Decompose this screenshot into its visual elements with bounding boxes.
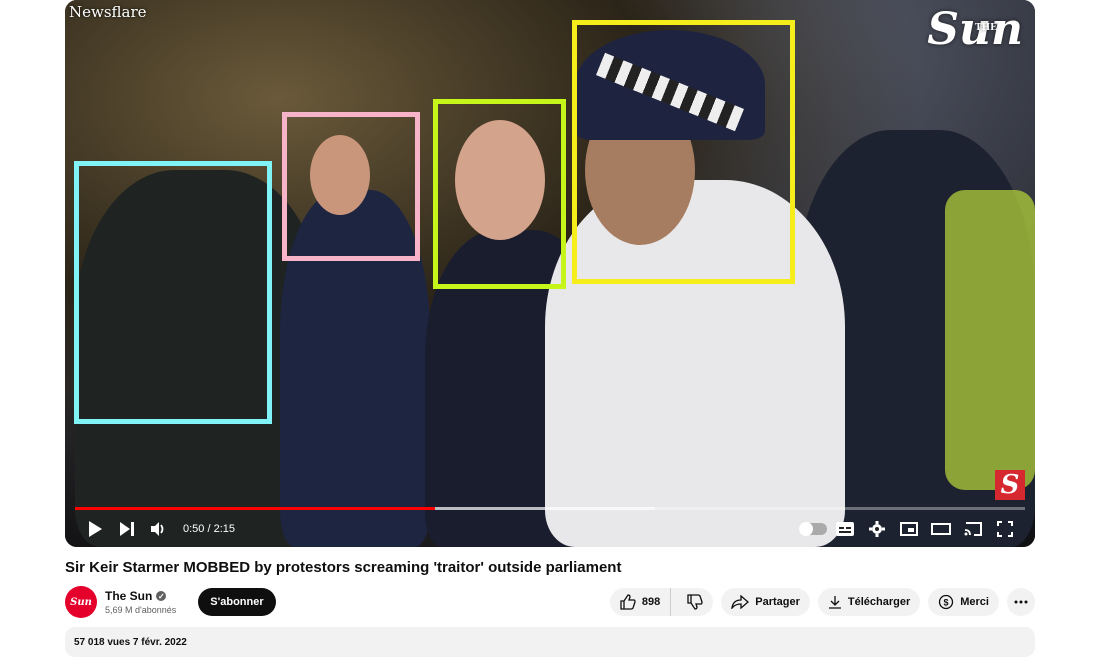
subtitles-button[interactable]	[829, 514, 861, 544]
play-button[interactable]	[79, 514, 111, 544]
thanks-button[interactable]: $ Merci	[928, 588, 999, 616]
next-icon	[120, 522, 134, 536]
video-title: Sir Keir Starmer MOBBED by protestors sc…	[65, 559, 622, 576]
fullscreen-icon	[997, 521, 1013, 537]
sun-badge-icon: S	[995, 470, 1025, 500]
volume-button[interactable]	[143, 514, 175, 544]
autoplay-toggle-icon	[799, 522, 827, 536]
like-dislike-group: 898	[609, 588, 714, 616]
the-sun-logo: THE Sun	[927, 8, 1023, 52]
subscribe-button[interactable]: S'abonner	[198, 588, 276, 616]
thumbs-down-icon	[687, 594, 703, 610]
verified-check-icon: ✓	[156, 591, 167, 601]
share-label: Partager	[755, 596, 800, 608]
share-icon	[731, 595, 750, 609]
settings-icon	[869, 521, 885, 537]
subscriber-count: 5,69 M d'abonnés	[105, 605, 177, 615]
hi-vis-jacket	[945, 190, 1035, 490]
theater-mode-icon	[931, 523, 951, 535]
more-horizontal-icon	[1014, 600, 1028, 604]
annotation-box-pink	[282, 112, 420, 261]
annotation-box-yellow	[572, 20, 795, 284]
theater-mode-button[interactable]	[925, 514, 957, 544]
time-display: 0:50 / 2:15	[183, 523, 235, 535]
thanks-icon: $	[939, 594, 954, 610]
subtitles-icon	[836, 522, 854, 536]
autoplay-button[interactable]	[797, 514, 829, 544]
channel-row: Sun The Sun ✓ 5,69 M d'abonnés S'abonner…	[65, 585, 1035, 619]
download-button[interactable]: Télécharger	[817, 588, 921, 616]
video-player[interactable]: Newsflare THE Sun S 0:50 / 2:15	[65, 0, 1035, 547]
view-count-and-date: 57 018 vues 7 févr. 2022	[74, 637, 187, 648]
miniplayer-button[interactable]	[893, 514, 925, 544]
cast-icon	[964, 522, 982, 536]
next-button[interactable]	[111, 514, 143, 544]
channel-name[interactable]: The Sun	[105, 589, 152, 603]
share-button[interactable]: Partager	[721, 588, 810, 616]
download-icon	[828, 596, 841, 609]
volume-icon	[151, 522, 164, 536]
annotation-box-green	[433, 99, 566, 289]
channel-name-row: The Sun ✓	[105, 589, 176, 603]
fullscreen-button[interactable]	[989, 514, 1021, 544]
settings-button[interactable]	[861, 514, 893, 544]
newsflare-watermark: Newsflare	[69, 3, 147, 21]
miniplayer-icon	[900, 522, 918, 536]
download-label: Télécharger	[847, 596, 911, 608]
channel-avatar[interactable]: Sun	[65, 586, 97, 618]
logo-the-text: THE	[974, 23, 997, 33]
like-count: 898	[641, 596, 661, 608]
description-box[interactable]: 57 018 vues 7 févr. 2022	[65, 627, 1035, 657]
thumbs-up-icon	[620, 594, 636, 610]
action-buttons: 898 Partager Télécharger $ Merci	[609, 588, 1035, 616]
annotation-box-cyan	[74, 161, 272, 424]
play-icon	[89, 521, 102, 537]
thanks-label: Merci	[960, 596, 989, 608]
progress-bar[interactable]	[75, 507, 1025, 510]
channel-info: The Sun ✓ 5,69 M d'abonnés	[105, 589, 176, 615]
like-button[interactable]: 898	[610, 588, 672, 616]
dislike-button[interactable]	[677, 588, 713, 616]
player-controls: 0:50 / 2:15	[65, 514, 1035, 544]
cast-button[interactable]	[957, 514, 989, 544]
more-actions-button[interactable]	[1007, 588, 1035, 616]
progress-played	[75, 507, 436, 510]
svg-text:$: $	[944, 598, 949, 608]
